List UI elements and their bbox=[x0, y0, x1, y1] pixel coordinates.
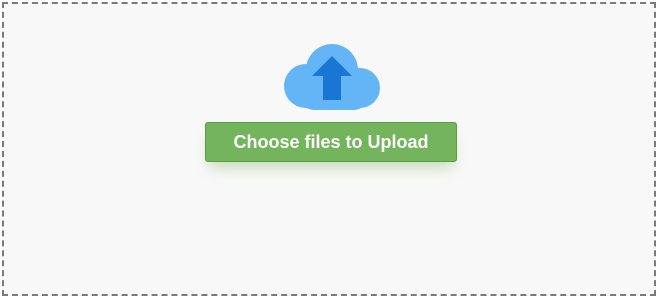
cloud-upload-icon bbox=[280, 42, 384, 114]
choose-files-button[interactable]: Choose files to Upload bbox=[205, 122, 457, 162]
file-drop-zone[interactable]: Choose files to Upload bbox=[2, 2, 656, 296]
